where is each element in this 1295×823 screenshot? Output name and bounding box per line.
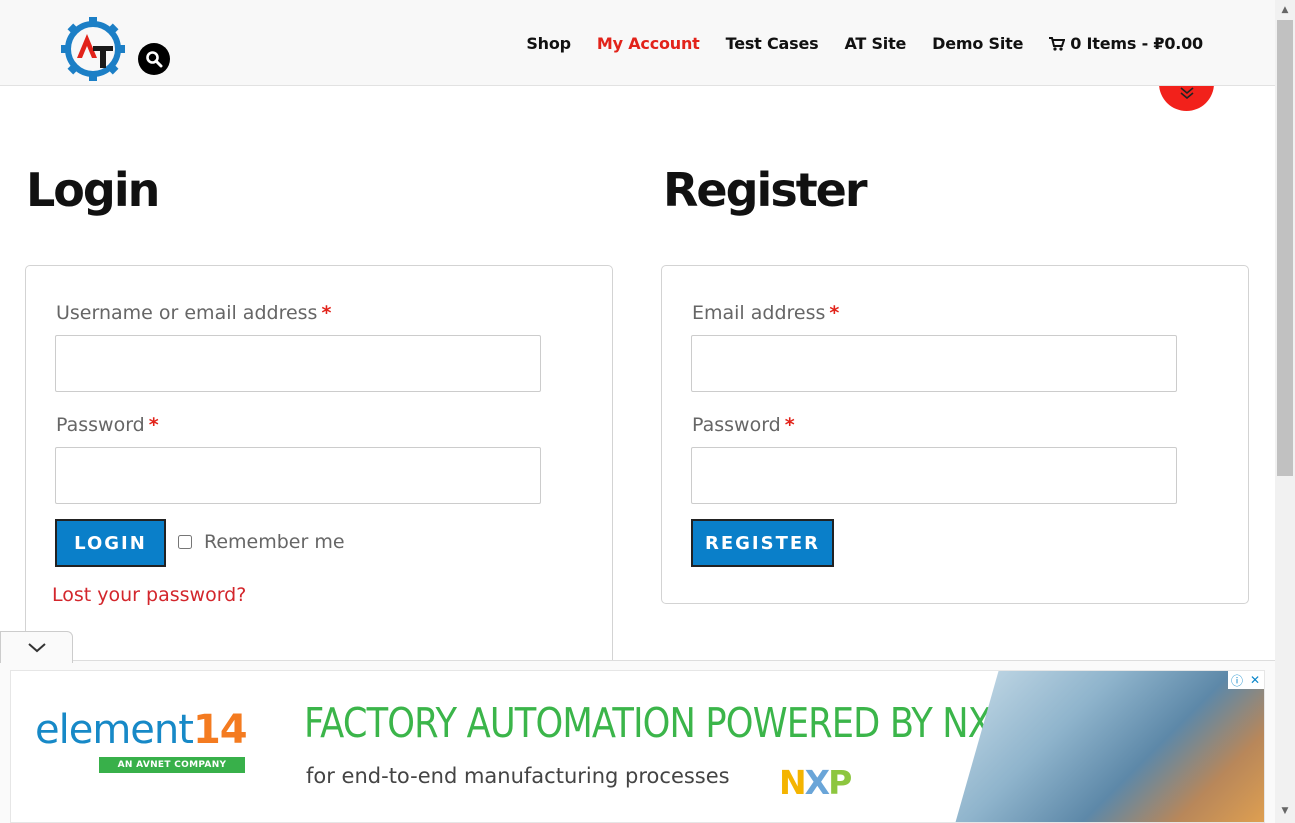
nxp-logo: NXP	[779, 763, 852, 802]
remember-me-label: Remember me	[204, 531, 345, 553]
page-scrollbar[interactable]: ▲ ▼	[1275, 0, 1295, 823]
ad-subline: for end-to-end manufacturing processes	[306, 764, 730, 788]
email-label: Email address *	[692, 302, 839, 324]
ad-brand-tagline: AN AVNET COMPANY	[99, 757, 245, 773]
register-button[interactable]: REGISTER	[691, 519, 834, 567]
main-nav: Shop My Account Test Cases AT Site Demo …	[500, 34, 1203, 53]
required-mark: *	[829, 302, 840, 324]
gear-logo-icon	[61, 17, 125, 81]
ad-headline: FACTORY AUTOMATION POWERED BY NXP	[304, 699, 1012, 747]
ad-factory-image	[955, 671, 1264, 822]
page: Shop My Account Test Cases AT Site Demo …	[0, 0, 1295, 823]
nav-item-my-account[interactable]: My Account	[597, 34, 700, 53]
username-input[interactable]	[55, 335, 541, 392]
remember-me-checkbox[interactable]	[178, 535, 192, 549]
cart-summary: 0 Items - ₽0.00	[1070, 34, 1203, 53]
register-heading: Register	[663, 163, 868, 217]
login-heading: Login	[26, 163, 160, 217]
nav-item-demo-site[interactable]: Demo Site	[932, 34, 1023, 53]
register-form: Email address * Password * REGISTER	[661, 265, 1249, 604]
site-logo[interactable]	[60, 16, 126, 82]
nav-item-cart[interactable]: 0 Items - ₽0.00	[1049, 34, 1203, 53]
username-label-text: Username or email address	[56, 302, 318, 324]
register-password-label: Password *	[692, 414, 795, 436]
login-button[interactable]: LOGIN	[55, 519, 166, 567]
ad-controls: ⓘ ✕	[1228, 671, 1264, 689]
nav-item-shop[interactable]: Shop	[526, 34, 571, 53]
scroll-up-arrow-icon[interactable]: ▲	[1275, 2, 1295, 18]
password-label: Password *	[56, 414, 159, 436]
login-form: Username or email address * Password * LOG…	[25, 265, 613, 685]
ad-brand-number: 14	[192, 707, 248, 753]
scroll-down-arrow-icon[interactable]: ▼	[1275, 803, 1295, 819]
required-mark: *	[148, 414, 159, 436]
email-input[interactable]	[691, 335, 1177, 392]
double-chevron-down-icon	[1179, 87, 1194, 99]
required-mark: *	[784, 414, 795, 436]
ad-brand-name: element	[35, 707, 194, 753]
ad-brand-logo: element14	[35, 707, 248, 753]
close-icon[interactable]: ✕	[1246, 671, 1264, 689]
lost-password-link[interactable]: Lost your password?	[52, 584, 246, 606]
required-mark: *	[321, 302, 332, 324]
password-input[interactable]	[55, 447, 541, 504]
site-header: Shop My Account Test Cases AT Site Demo …	[0, 0, 1275, 86]
search-button[interactable]	[138, 43, 170, 75]
register-password-input[interactable]	[691, 447, 1177, 504]
email-label-text: Email address	[692, 302, 826, 324]
search-icon	[146, 51, 163, 68]
remember-me[interactable]: Remember me	[178, 531, 345, 553]
scroll-thumb[interactable]	[1277, 20, 1293, 476]
cart-icon	[1049, 36, 1066, 51]
username-label: Username or email address *	[56, 302, 331, 324]
nav-item-at-site[interactable]: AT Site	[844, 34, 906, 53]
chevron-down-icon	[27, 642, 46, 652]
password-label-text: Password	[56, 414, 145, 436]
ad-banner[interactable]: element14 AN AVNET COMPANY FACTORY AUTOM…	[10, 670, 1265, 823]
ad-collapse-toggle[interactable]	[0, 631, 73, 663]
info-icon[interactable]: ⓘ	[1228, 671, 1246, 689]
register-password-label-text: Password	[692, 414, 781, 436]
nav-item-test-cases[interactable]: Test Cases	[726, 34, 819, 53]
